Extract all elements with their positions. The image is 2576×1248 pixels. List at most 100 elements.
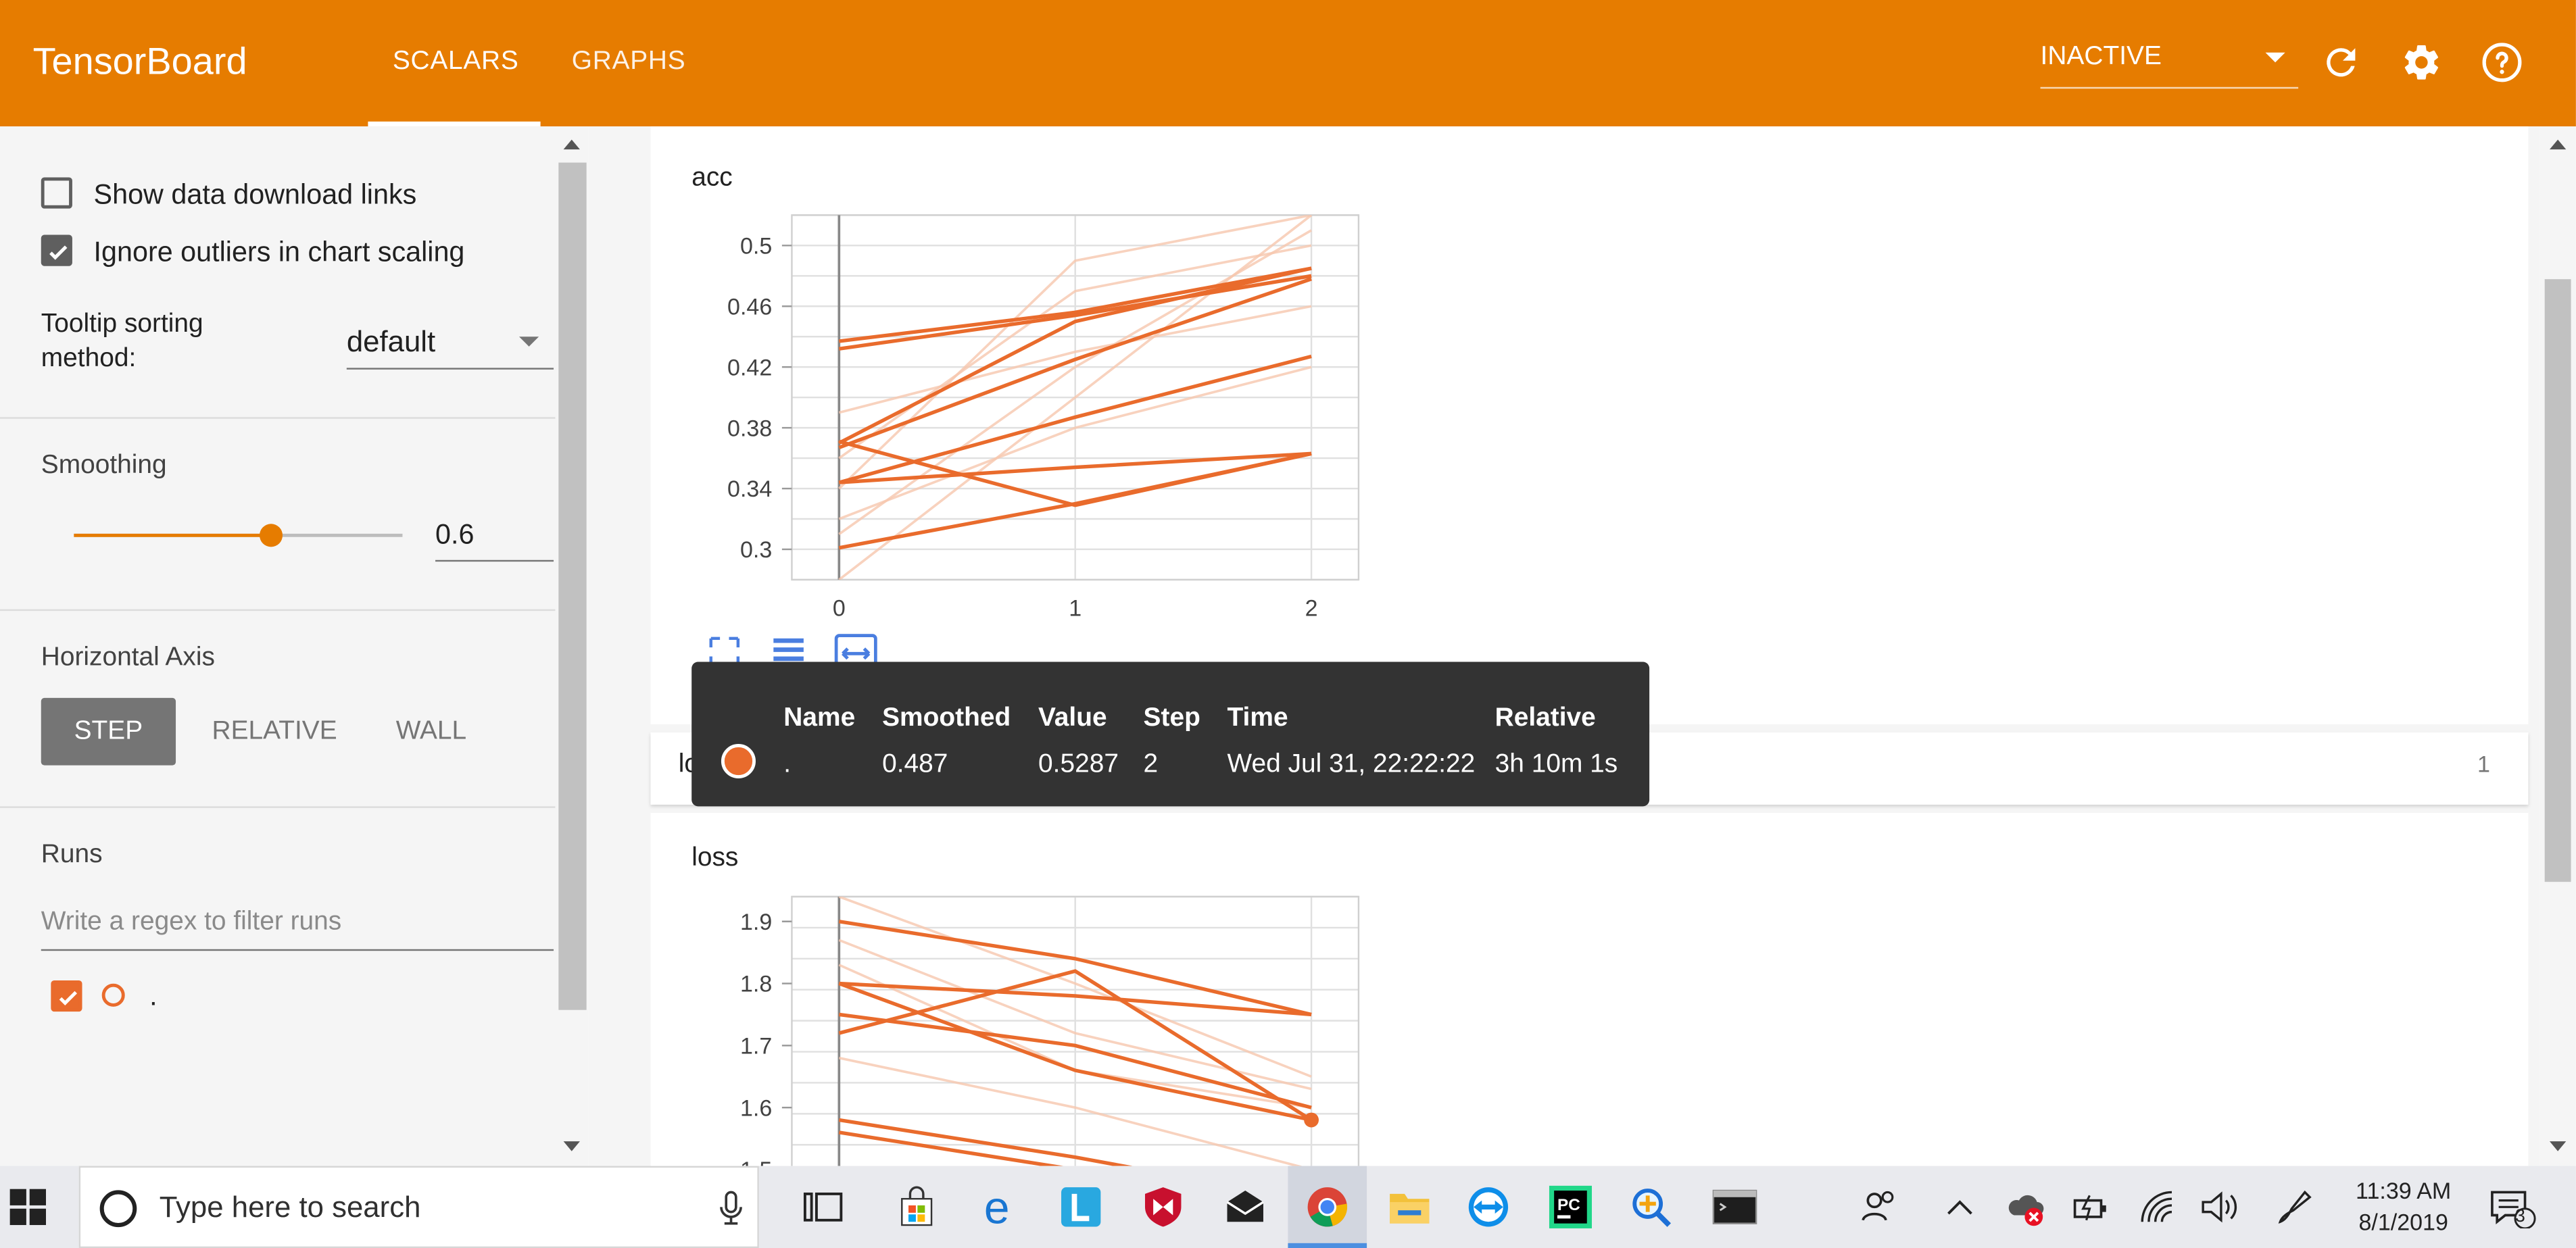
chart-title-loss: loss: [691, 844, 739, 872]
scroll-up-arrow-icon[interactable]: [2549, 139, 2567, 150]
taskbar-search-placeholder: Type here to search: [159, 1191, 421, 1224]
run-color-dot: [721, 743, 756, 779]
task-view-icon[interactable]: [802, 1186, 844, 1228]
chart-title-acc: acc: [691, 164, 733, 193]
svg-text:e: e: [984, 1186, 1010, 1228]
tooltip-header-relative: Relative: [1494, 704, 1596, 732]
y-tick-label: 0.5: [740, 233, 772, 259]
ignore-outliers-label: Ignore outliers in chart scaling: [93, 236, 465, 268]
help-icon[interactable]: [2481, 41, 2523, 84]
microphone-icon[interactable]: [718, 1191, 744, 1226]
svg-text:PC: PC: [1557, 1196, 1580, 1214]
people-icon[interactable]: [1862, 1186, 1897, 1228]
mcafee-shield-icon[interactable]: [1142, 1186, 1184, 1228]
runs-filter-underline: [41, 949, 554, 951]
wifi-icon[interactable]: [2136, 1186, 2179, 1228]
edge-browser-icon[interactable]: e: [979, 1186, 1022, 1228]
runs-label: Runs: [41, 841, 103, 869]
show-download-links-checkbox[interactable]: [41, 177, 72, 209]
tooltip-header-time: Time: [1227, 704, 1288, 732]
tooltip-value-value: 0.5287: [1038, 750, 1119, 779]
checkmark-icon: [49, 245, 68, 260]
acc-line-chart[interactable]: 0.5 0.46 0.42 0.38 0.34 0.3 0 1 2: [706, 205, 1380, 632]
tensorboard-window: TensorBoard SCALARS GRAPHS INACTIVE Show…: [0, 0, 2576, 1248]
axis-step-button[interactable]: STEP: [41, 697, 176, 766]
active-app-indicator: [1288, 1243, 1367, 1248]
main-scrollbar[interactable]: [2539, 126, 2576, 1166]
terminal-cmd-icon[interactable]: [1711, 1186, 1757, 1228]
y-tick-label: 0.34: [727, 476, 772, 502]
pycharm-icon[interactable]: PC: [1549, 1185, 1593, 1228]
loss-line-chart[interactable]: 1.9 1.8 1.7 1.6 1.5: [706, 887, 1380, 1166]
axis-relative-button[interactable]: RELATIVE: [212, 718, 337, 747]
smoothing-slider-handle[interactable]: [260, 524, 283, 547]
windows-start-icon[interactable]: [9, 1189, 47, 1226]
tab-scalars[interactable]: SCALARS: [393, 47, 519, 77]
axis-wall-button[interactable]: WALL: [396, 718, 466, 747]
runs-filter-input[interactable]: Write a regex to filter runs: [41, 908, 341, 938]
run-checkbox[interactable]: [51, 980, 82, 1012]
sidebar-scrollbar-thumb[interactable]: [558, 162, 587, 1010]
teamviewer-icon[interactable]: [1467, 1186, 1509, 1228]
divider: [0, 806, 556, 808]
tooltip-header-smoothed: Smoothed: [882, 704, 1011, 732]
run-name: .: [149, 980, 157, 1012]
show-download-links-label: Show data download links: [93, 178, 417, 211]
chevron-down-icon: [2265, 52, 2285, 63]
tooltip-value-name: .: [783, 750, 792, 779]
l-app-icon[interactable]: [1060, 1186, 1102, 1228]
scroll-up-arrow-icon[interactable]: [563, 139, 580, 150]
volume-icon[interactable]: [2198, 1186, 2241, 1228]
windows-taskbar: Type here to search e PC 11:39 AM 8/1/20…: [0, 1166, 2576, 1248]
highlight-point: [1304, 1112, 1319, 1128]
smoothing-value-input[interactable]: 0.6: [435, 519, 474, 552]
main-scrollbar-thumb[interactable]: [2544, 279, 2571, 882]
scroll-down-arrow-icon[interactable]: [2549, 1141, 2567, 1151]
tooltip-sorting-select[interactable]: default: [347, 325, 435, 359]
y-tick-label: 0.46: [727, 294, 772, 320]
pen-workspace-icon[interactable]: [2274, 1186, 2316, 1228]
horizontal-axis-label: Horizontal Axis: [41, 643, 215, 672]
microsoft-store-icon[interactable]: [896, 1186, 938, 1228]
onedrive-error-icon[interactable]: [2006, 1186, 2049, 1228]
tooltip-value-relative: 3h 10m 1s: [1494, 750, 1618, 779]
y-tick-label: 0.42: [727, 355, 772, 380]
active-tab-indicator: [368, 121, 541, 127]
y-tick-label: 0.3: [740, 537, 772, 563]
action-center-icon[interactable]: [2489, 1186, 2538, 1228]
magnifier-search-app-icon[interactable]: [1630, 1186, 1672, 1228]
tooltip-sorting-underline: [346, 368, 554, 370]
run-color-circle[interactable]: [101, 983, 125, 1007]
chart-tooltip: Name Smoothed Value Step Time Relative .…: [691, 662, 1650, 807]
x-tick-label: 2: [1305, 595, 1318, 621]
tooltip-value-smoothed: 0.487: [882, 750, 948, 779]
y-tick-label: 1.7: [740, 1034, 772, 1059]
taskbar-clock[interactable]: 11:39 AM 8/1/2019: [2329, 1176, 2477, 1238]
tab-graphs[interactable]: GRAPHS: [572, 47, 686, 77]
sidebar-scrollbar[interactable]: [555, 126, 589, 1166]
scroll-down-arrow-icon[interactable]: [563, 1141, 580, 1151]
run-state-label: INACTIVE: [2040, 43, 2162, 71]
x-tick-label: 1: [1069, 595, 1082, 621]
chevron-up-icon[interactable]: [1943, 1186, 1976, 1228]
taskbar-search-box[interactable]: Type here to search: [78, 1166, 759, 1248]
battery-charging-icon[interactable]: [2070, 1186, 2112, 1228]
smoothing-slider-fill: [74, 533, 272, 537]
settings-gear-icon[interactable]: [2400, 41, 2443, 84]
tooltip-header-value: Value: [1038, 704, 1107, 732]
app-title: TensorBoard: [32, 39, 247, 82]
file-explorer-folder-icon[interactable]: [1388, 1186, 1431, 1228]
chevron-down-icon: [519, 336, 539, 347]
tooltip-sorting-label-line2: method:: [41, 345, 137, 373]
checkmark-icon: [59, 991, 78, 1005]
y-tick-label: 0.38: [727, 416, 772, 441]
y-tick-label: 1.8: [740, 972, 772, 997]
reload-icon[interactable]: [2320, 41, 2362, 84]
chrome-browser-icon[interactable]: [1306, 1186, 1348, 1228]
smoothing-label: Smoothing: [41, 451, 167, 480]
ignore-outliers-checkbox[interactable]: [41, 234, 72, 266]
mail-envelope-icon[interactable]: [1224, 1186, 1267, 1228]
tooltip-header-name: Name: [783, 704, 856, 732]
tooltip-sorting-label-line1: Tooltip sorting: [41, 310, 203, 339]
run-state-dropdown[interactable]: INACTIVE: [2040, 43, 2299, 89]
